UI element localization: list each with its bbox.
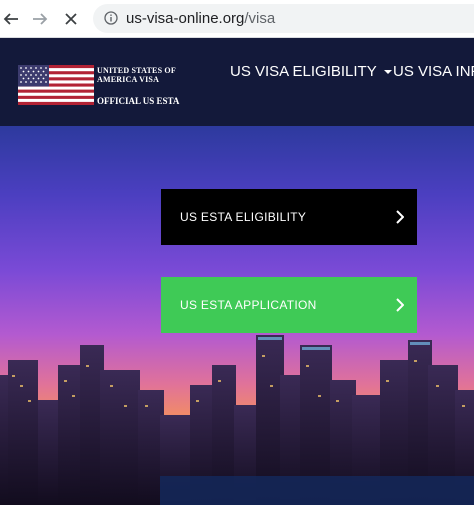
back-button[interactable] (0, 8, 22, 30)
nav-label: US VISA INFO (393, 63, 474, 80)
info-icon[interactable] (104, 11, 118, 25)
browser-toolbar: us-visa-online.org/visa (0, 0, 474, 38)
city-skyline-image (0, 335, 474, 505)
nav-us-visa-info[interactable]: US VISA INFO (393, 63, 474, 80)
chevron-right-icon (396, 298, 404, 312)
address-bar[interactable]: us-visa-online.org/visa (93, 4, 474, 33)
us-flag-logo[interactable] (18, 65, 94, 105)
nav-us-visa-eligibility[interactable]: US VISA ELIGIBILITY (230, 63, 392, 80)
hero-banner: US ESTA ELIGIBILITY US ESTA APPLICATION (0, 126, 474, 505)
esta-application-label: US ESTA APPLICATION (180, 298, 317, 312)
bottom-panel (160, 476, 474, 505)
stop-button[interactable] (60, 8, 82, 30)
url-path: /visa (244, 10, 276, 27)
brand-title-line2: AMERICA VISA (97, 75, 160, 84)
esta-eligibility-button[interactable]: US ESTA ELIGIBILITY (161, 189, 417, 245)
brand-title-line1: UNITED STATES OF (97, 66, 176, 75)
url-domain: us-visa-online.org (126, 10, 245, 27)
chevron-right-icon (396, 210, 404, 224)
forward-button[interactable] (29, 8, 51, 30)
esta-application-button[interactable]: US ESTA APPLICATION (161, 277, 417, 333)
caret-down-icon (383, 70, 392, 75)
site-header: UNITED STATES OF AMERICA VISA OFFICIAL U… (0, 38, 474, 126)
esta-eligibility-label: US ESTA ELIGIBILITY (180, 210, 307, 224)
back-arrow-icon (3, 13, 18, 25)
url-text[interactable]: us-visa-online.org/visa (126, 10, 275, 27)
forward-arrow-icon (33, 13, 48, 25)
nav-label: US VISA ELIGIBILITY (230, 63, 377, 80)
close-icon (65, 13, 77, 25)
brand-subtitle: OFFICIAL US ESTA (97, 96, 180, 106)
